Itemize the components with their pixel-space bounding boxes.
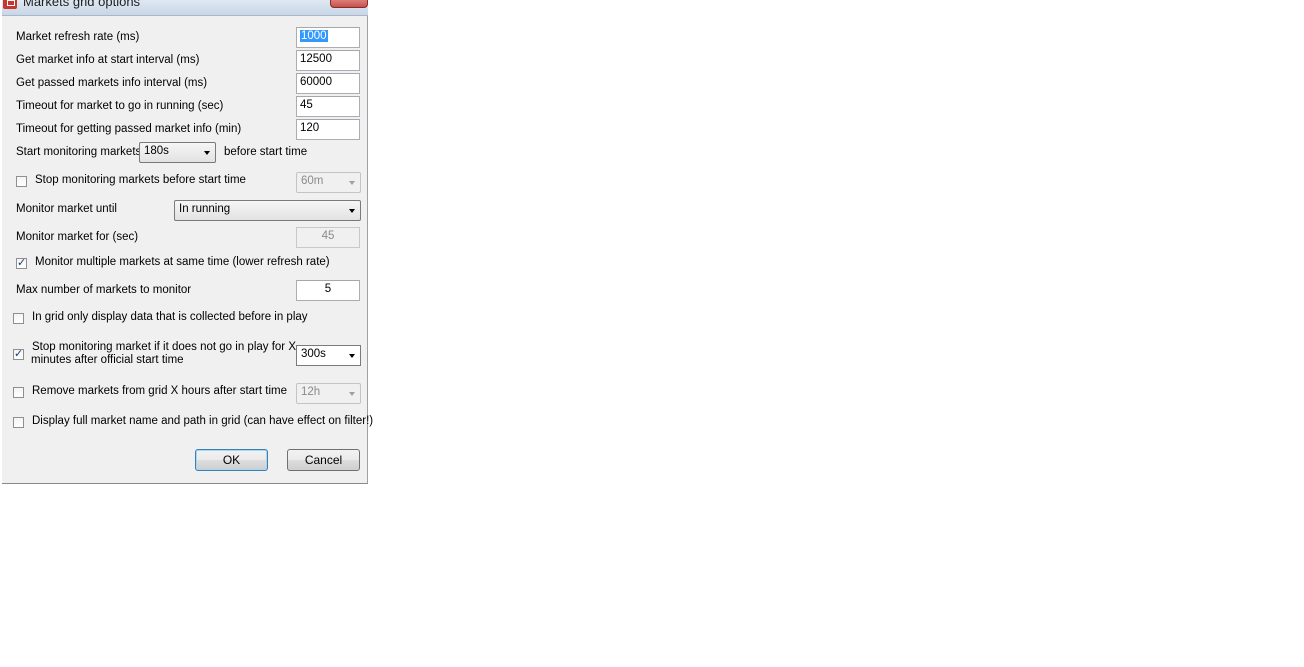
app-icon [3, 0, 17, 9]
passed-interval-input[interactable]: 60000 [296, 73, 360, 94]
start-monitoring-select[interactable]: 180s [139, 142, 216, 163]
stop-before-start-select[interactable]: 60m [296, 172, 361, 193]
grid-before-play-checkbox[interactable] [13, 313, 24, 324]
start-monitoring-suffix: before start time [224, 146, 308, 158]
chevron-down-icon [204, 151, 210, 155]
ok-button[interactable]: OK [195, 449, 268, 471]
stop-before-start-value: 60m [301, 175, 324, 187]
chevron-down-icon [349, 354, 355, 358]
start-monitoring-label: Start monitoring markets [16, 146, 142, 158]
cancel-button[interactable]: Cancel [287, 449, 360, 471]
stop-before-start-label: Stop monitoring markets before start tim… [35, 174, 246, 186]
title-bar: Markets grid options [2, 0, 368, 16]
refresh-rate-input[interactable]: 1000 [296, 27, 360, 48]
stop-before-start-checkbox[interactable] [16, 176, 27, 187]
start-monitoring-value: 180s [144, 145, 169, 157]
chevron-down-icon [349, 209, 355, 213]
timeout-passed-label: Timeout for getting passed market info (… [16, 123, 242, 135]
monitor-until-label: Monitor market until [16, 203, 117, 215]
grid-before-play-label: In grid only display data that is collec… [32, 311, 308, 323]
chevron-down-icon [349, 181, 355, 185]
monitor-until-select[interactable]: In running [174, 200, 361, 221]
check-icon: ✓ [17, 257, 27, 269]
full-name-checkbox[interactable] [13, 417, 24, 428]
stop-not-in-play-select[interactable]: 300s [296, 345, 361, 366]
remove-markets-label: Remove markets from grid X hours after s… [32, 385, 287, 397]
start-interval-label: Get market info at start interval (ms) [16, 54, 200, 66]
remove-markets-checkbox[interactable] [13, 387, 24, 398]
window-title: Markets grid options [23, 0, 141, 9]
remove-markets-value: 12h [301, 386, 321, 398]
close-button[interactable] [330, 0, 368, 8]
max-markets-input[interactable]: 5 [296, 280, 360, 301]
timeout-passed-input[interactable]: 120 [296, 119, 360, 140]
markets-grid-options-dialog: Markets grid options Market refresh rate… [2, 0, 373, 484]
passed-interval-label: Get passed markets info interval (ms) [16, 77, 208, 89]
timeout-running-label: Timeout for market to go in running (sec… [16, 100, 224, 112]
stop-not-in-play-value: 300s [301, 348, 326, 360]
start-interval-input[interactable]: 12500 [296, 50, 360, 71]
refresh-rate-label: Market refresh rate (ms) [16, 31, 140, 43]
stop-not-in-play-label-line2: minutes after official start time [31, 354, 184, 366]
multiple-markets-label: Monitor multiple markets at same time (l… [35, 256, 330, 268]
stop-not-in-play-label-line1: Stop monitoring market if it does not go… [32, 341, 296, 353]
chevron-down-icon [349, 392, 355, 396]
monitor-for-label: Monitor market for (sec) [16, 231, 139, 243]
multiple-markets-checkbox[interactable]: ✓ [16, 257, 27, 269]
max-markets-label: Max number of markets to monitor [16, 284, 192, 296]
check-icon: ✓ [14, 348, 24, 360]
timeout-running-input[interactable]: 45 [296, 96, 360, 117]
stop-not-in-play-checkbox[interactable]: ✓ [13, 348, 24, 360]
monitor-until-value: In running [179, 203, 231, 215]
monitor-for-input[interactable]: 45 [296, 227, 360, 248]
full-name-label: Display full market name and path in gri… [32, 415, 374, 427]
remove-markets-select[interactable]: 12h [296, 383, 361, 404]
